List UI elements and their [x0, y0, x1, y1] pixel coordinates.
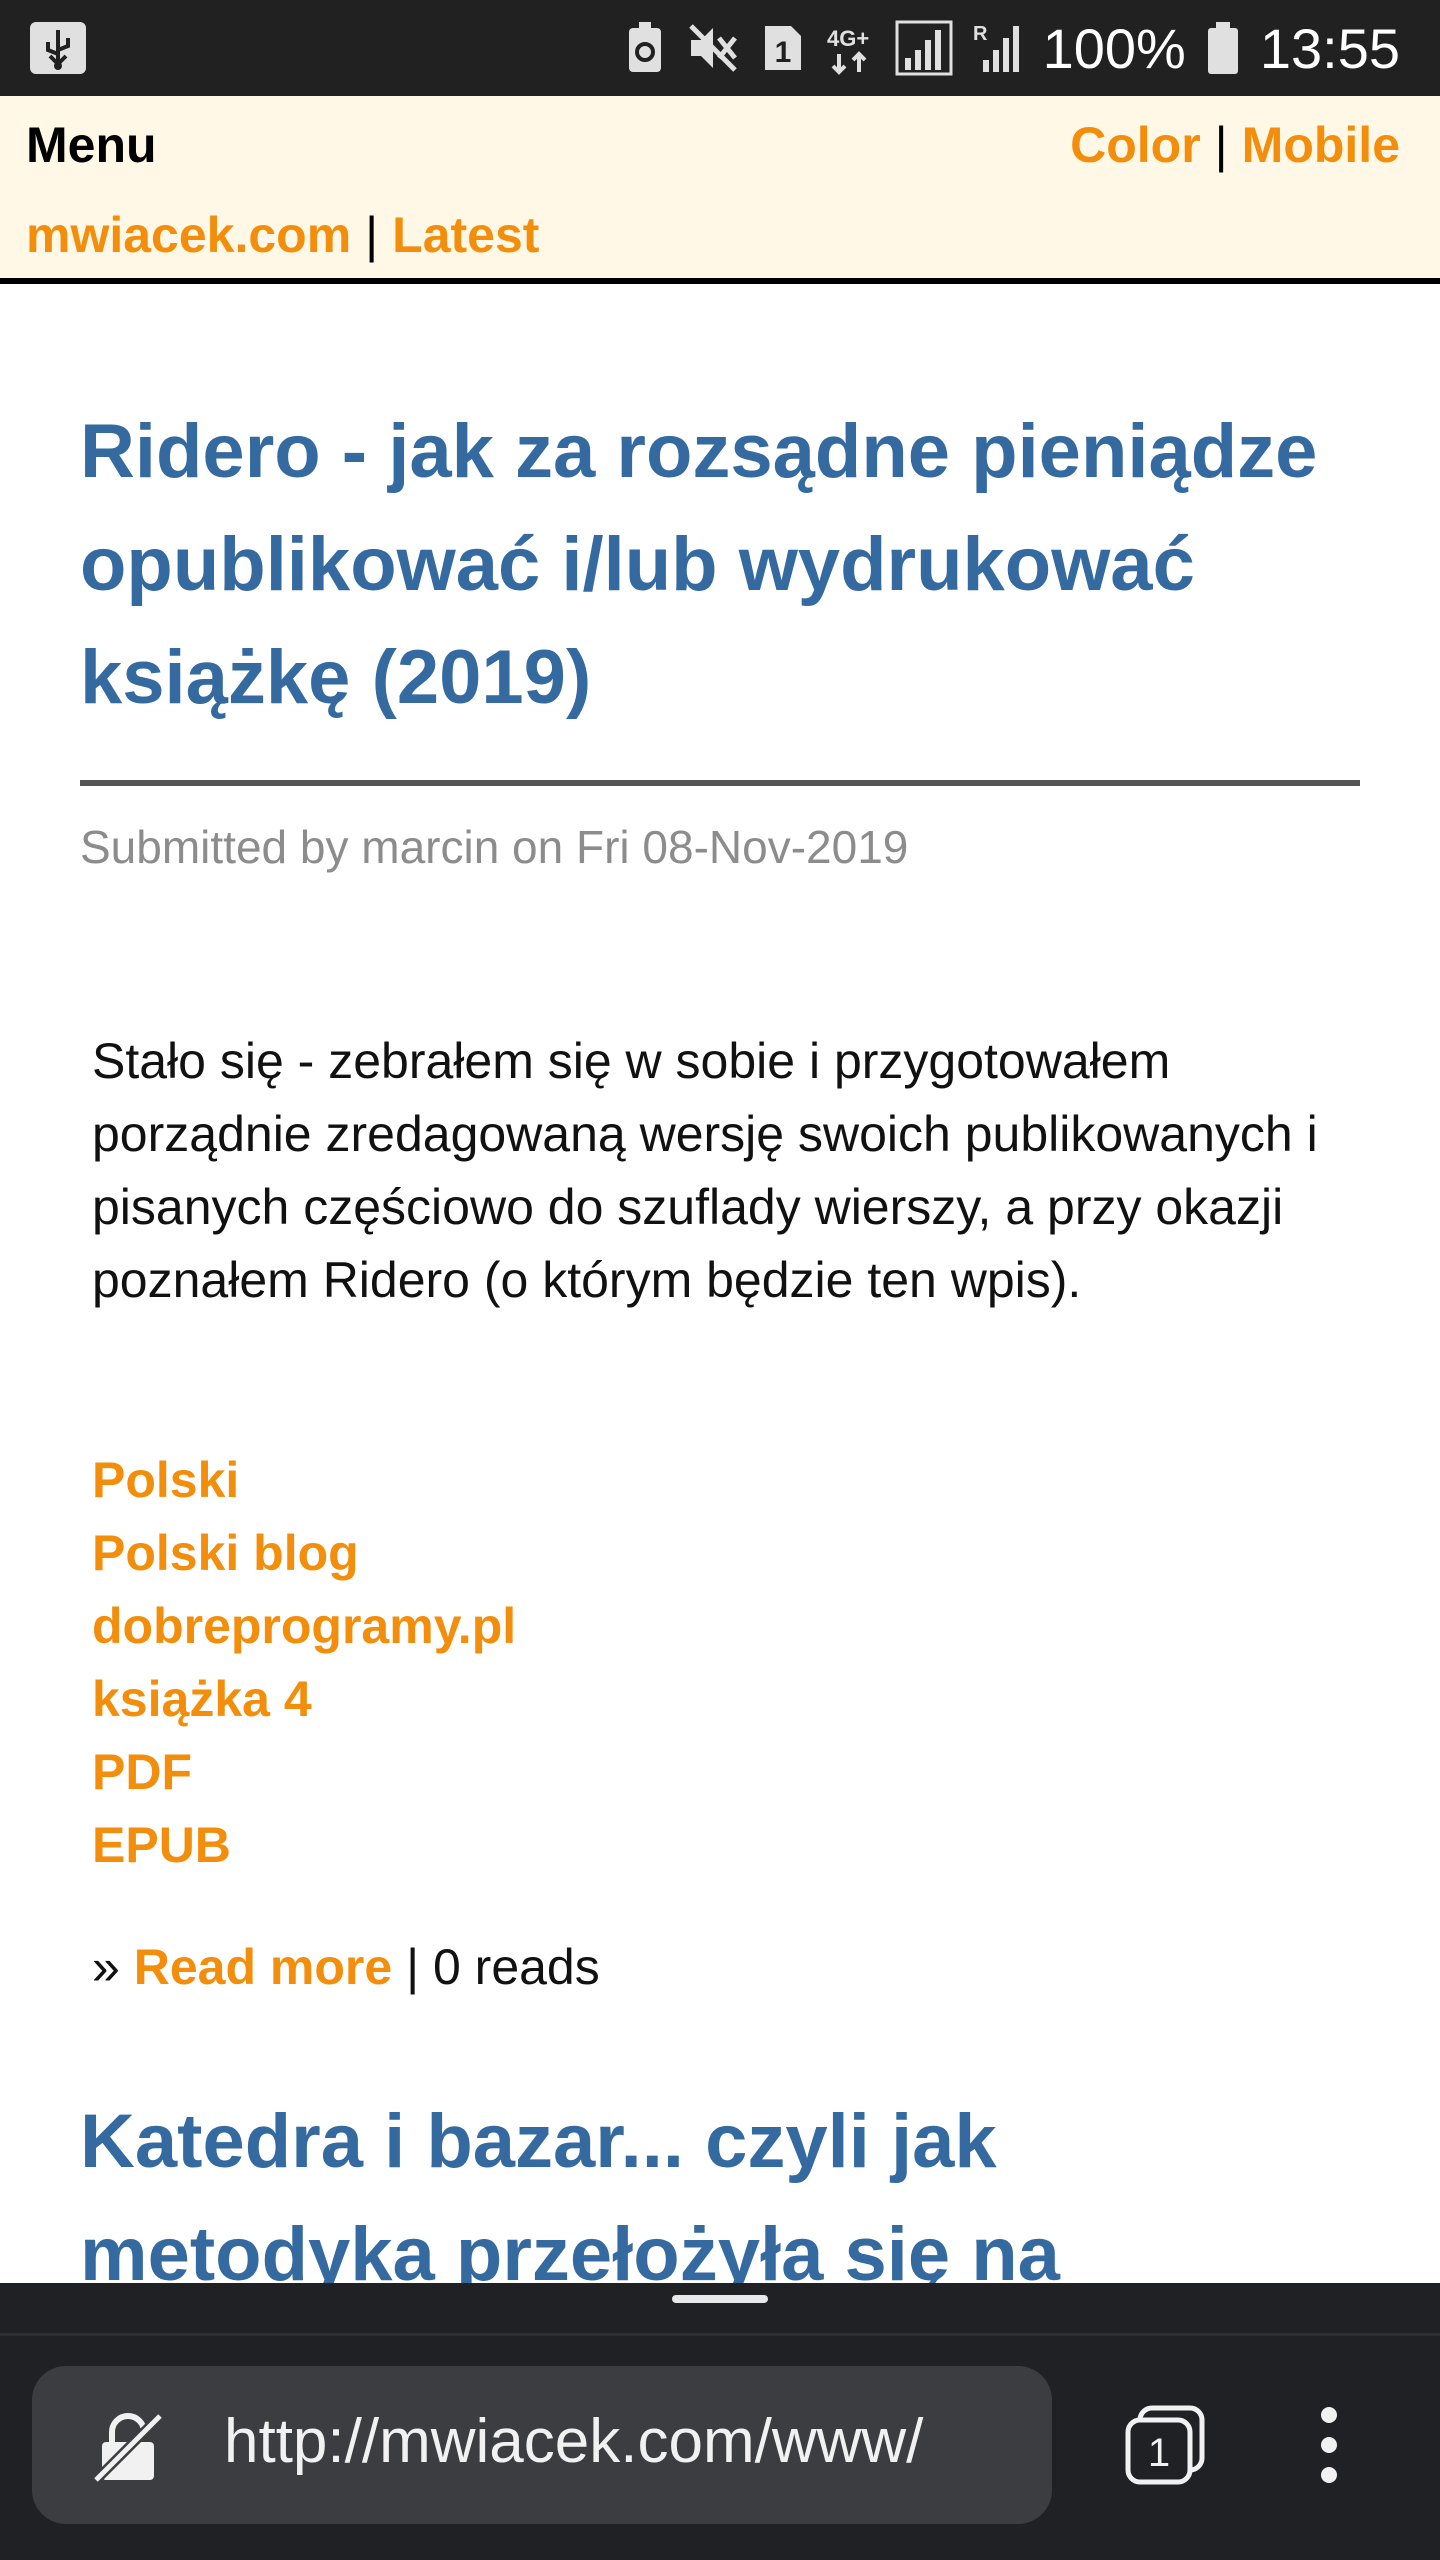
url-bar[interactable]: http://mwiacek.com/www/ [32, 2366, 1052, 2524]
tag-item: Polski blog [92, 1517, 516, 1590]
article-title-link[interactable]: Ridero - jak za rozsądne pieniądze opubl… [80, 395, 1340, 734]
svg-text:1: 1 [1148, 2431, 1170, 2475]
clock: 13:55 [1259, 16, 1400, 80]
tag-item: Polski [92, 1444, 516, 1517]
tab-switcher-button[interactable]: 1 [1122, 2402, 1208, 2488]
tag-item: książka 4 [92, 1663, 516, 1736]
roaming-signal-icon: R [973, 20, 1023, 76]
tag-link-dobreprogramy[interactable]: dobreprogramy.pl [92, 1598, 516, 1654]
read-more-prefix: » [92, 1939, 120, 1995]
svg-text:4G+: 4G+ [827, 26, 869, 51]
latest-link[interactable]: Latest [392, 207, 539, 263]
battery-saver-icon [625, 20, 665, 76]
toolbar-drag-handle[interactable] [672, 2295, 768, 2303]
more-options-icon[interactable] [1306, 2402, 1352, 2488]
separator: | [1214, 117, 1228, 173]
color-link[interactable]: Color [1070, 117, 1201, 173]
status-bar: 1 4G+ R 100% 13:55 [0, 0, 1440, 96]
tag-link-epub[interactable]: EPUB [92, 1817, 231, 1873]
site-header: Menu Color | Mobile mwiacek.com | Latest [0, 96, 1440, 284]
insecure-lock-icon[interactable] [88, 2406, 168, 2486]
submitted-info: Submitted by marcin on Fri 08-Nov-2019 [80, 821, 909, 873]
tag-link-pdf[interactable]: PDF [92, 1744, 192, 1800]
svg-text:1: 1 [774, 36, 791, 69]
battery-icon [1206, 20, 1240, 76]
separator: | [365, 207, 379, 263]
tag-item: dobreprogramy.pl [92, 1590, 516, 1663]
url-text[interactable]: http://mwiacek.com/www/ [224, 2406, 923, 2477]
sim-1-icon: 1 [761, 20, 805, 76]
tag-item: PDF [92, 1736, 516, 1809]
battery-percentage: 100% [1042, 16, 1186, 80]
mute-vibrate-icon [685, 20, 741, 76]
separator: | [406, 1939, 420, 1995]
tag-item: EPUB [92, 1809, 516, 1882]
tag-list: Polski Polski blog dobreprogramy.pl ksią… [92, 1444, 516, 1882]
tag-link-polski[interactable]: Polski [92, 1452, 239, 1508]
header-links-left: mwiacek.com | Latest [26, 206, 539, 264]
toolbar-divider [0, 2333, 1440, 2336]
signal-icon [895, 20, 953, 76]
next-article-title-link[interactable]: Katedra i bazar... czyli jak metodyka pr… [80, 2085, 1340, 2311]
menu-button[interactable]: Menu [26, 116, 157, 174]
header-links-right: Color | Mobile [1070, 116, 1400, 174]
tag-link-polski-blog[interactable]: Polski blog [92, 1525, 359, 1581]
usb-icon [28, 20, 88, 76]
read-count: 0 reads [432, 1939, 600, 1995]
read-more-link[interactable]: Read more [134, 1939, 392, 1995]
tag-link-ksiazka-4[interactable]: książka 4 [92, 1671, 312, 1727]
network-4g-icon: 4G+ [825, 20, 875, 76]
svg-text:R: R [973, 23, 988, 45]
read-more-line: » Read more | 0 reads [92, 1938, 600, 1996]
title-divider [80, 780, 1360, 786]
mobile-link[interactable]: Mobile [1242, 117, 1400, 173]
article-summary: Stało się - zebrałem się w sobie i przyg… [92, 1033, 1318, 1308]
site-home-link[interactable]: mwiacek.com [26, 207, 351, 263]
